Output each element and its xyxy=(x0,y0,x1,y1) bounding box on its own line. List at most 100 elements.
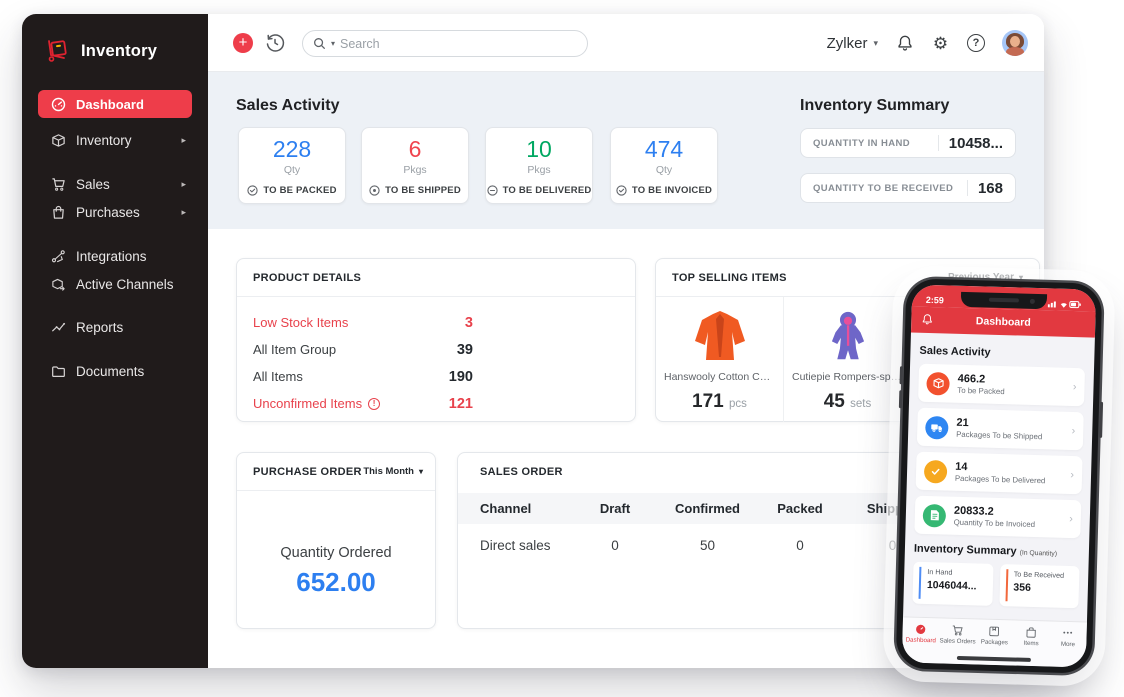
to-be-packed-card[interactable]: 228 Qty TO BE PACKED xyxy=(238,127,346,204)
phone-delivered-card[interactable]: 14 Packages To be Delivered › xyxy=(915,451,1083,495)
search-input[interactable] xyxy=(340,36,577,51)
sidebar-item-inventory[interactable]: Inventory ▸ xyxy=(38,126,198,154)
sidebar-item-documents[interactable]: Documents xyxy=(38,357,198,385)
quantity-to-be-received-stat[interactable]: QUANTITY TO BE RECEIVED 168 xyxy=(800,173,1016,203)
help-button[interactable]: ? xyxy=(967,34,985,52)
quantity-in-hand-stat[interactable]: QUANTITY IN HAND 10458... xyxy=(800,128,1016,158)
bell-icon[interactable] xyxy=(921,313,933,326)
item-name: Hanswooly Cotton Cas... xyxy=(664,371,780,383)
chevron-down-icon: ▾ xyxy=(418,467,423,476)
all-items-value: 190 xyxy=(448,368,473,385)
cart-icon xyxy=(50,176,66,192)
all-items-row[interactable]: All Items 190 xyxy=(253,363,473,390)
phone-invoiced-card[interactable]: 20833.2 Quantity To be Invoiced › xyxy=(914,495,1082,539)
phone-to-be-received-card[interactable]: To Be Received 356 xyxy=(998,564,1080,609)
phone-shipped-card[interactable]: 21 Packages To be Shipped › xyxy=(916,407,1084,451)
product-details-card: PRODUCT DETAILS Low Stock Items 3 All It… xyxy=(236,258,800,422)
sidebar-item-purchases[interactable]: Purchases ▸ xyxy=(38,198,198,226)
search-bar[interactable]: ▾ xyxy=(302,30,588,57)
recent-activity-button[interactable] xyxy=(264,32,286,54)
cardigan-product-image xyxy=(656,305,783,367)
search-scope-caret-icon[interactable]: ▾ xyxy=(331,39,335,48)
submenu-arrow-icon: ▸ xyxy=(181,178,186,189)
low-stock-label: Low Stock Items xyxy=(253,315,349,330)
chevron-down-icon: ▾ xyxy=(873,37,878,48)
dot-circle-icon xyxy=(369,185,380,196)
sidebar-item-label: Purchases xyxy=(76,204,140,220)
inventory-summary-title: Inventory Summary xyxy=(800,97,950,114)
all-item-group-row[interactable]: All Item Group 39 xyxy=(253,336,473,363)
phone-screen: 2:59 Dashboard Sales Activity 466.2 To b… xyxy=(901,284,1097,668)
quantity-ordered-label: Quantity Ordered xyxy=(280,545,392,561)
dashboard-gauge-icon xyxy=(50,96,66,112)
more-dots-icon: ••• xyxy=(1062,629,1074,638)
submenu-arrow-icon: ▸ xyxy=(181,206,186,217)
dash-circle-icon xyxy=(486,185,498,196)
notifications-button[interactable] xyxy=(895,34,914,53)
col-packed: Packed xyxy=(777,501,823,516)
phone-inventory-summary-suffix: (In Quantity) xyxy=(1019,549,1058,558)
sales-activity-title: Sales Activity xyxy=(236,97,340,114)
top-selling-item[interactable]: Cutiepie Rompers-spo... 45 sets xyxy=(784,297,912,422)
top-selling-item[interactable]: Hanswooly Cotton Cas... 171 pcs xyxy=(656,297,784,422)
phone-camera xyxy=(1029,298,1035,304)
packed-value: 228 xyxy=(272,136,312,162)
in-hand-label: QUANTITY IN HAND xyxy=(813,137,911,149)
top-selling-title: TOP SELLING ITEMS xyxy=(672,271,787,284)
app-title: Inventory xyxy=(81,41,158,60)
col-confirmed: Confirmed xyxy=(675,501,740,516)
chevron-right-icon: › xyxy=(1070,468,1075,482)
low-stock-value: 3 xyxy=(464,314,473,331)
sidebar-item-sales[interactable]: Sales ▸ xyxy=(38,170,198,198)
phone-packed-label: To be Packed xyxy=(957,385,1005,397)
all-item-group-value: 39 xyxy=(456,341,473,358)
tab-more[interactable]: ••• More xyxy=(1049,621,1087,667)
sidebar-item-label: Dashboard xyxy=(76,96,144,112)
phone-sales-activity-title: Sales Activity xyxy=(919,344,991,359)
to-be-invoiced-card[interactable]: 474 Qty TO BE INVOICED xyxy=(610,127,718,204)
phone-to-be-received-label: To Be Received xyxy=(1013,569,1065,580)
package-icon xyxy=(926,371,950,396)
low-stock-row[interactable]: Low Stock Items 3 xyxy=(253,309,473,336)
sales-order-title: SALES ORDER xyxy=(480,466,563,478)
all-items-label: All Items xyxy=(253,369,303,384)
col-draft: Draft xyxy=(599,501,631,516)
org-switcher[interactable]: Zylker ▾ xyxy=(827,35,878,52)
sidebar-item-active-channels[interactable]: Active Channels xyxy=(38,270,198,298)
to-be-received-value: 168 xyxy=(977,179,1003,197)
integrations-icon xyxy=(50,248,66,264)
product-details-title: PRODUCT DETAILS xyxy=(253,271,362,284)
screenshot-canvas: Inventory Dashboard Inventory ▸ Sales ▸ … xyxy=(0,0,1124,697)
tab-label: Sales Orders xyxy=(939,637,976,646)
purchase-order-period-dropdown[interactable]: This Month ▾ xyxy=(363,466,423,477)
phone-in-hand-card[interactable]: In Hand 1046044... xyxy=(912,561,994,606)
sidebar-item-integrations[interactable]: Integrations xyxy=(38,242,198,270)
status-time: 2:59 xyxy=(925,294,945,306)
app-logo[interactable]: Inventory xyxy=(44,38,157,64)
divider xyxy=(937,135,939,151)
unconfirmed-items-value: 121 xyxy=(448,395,473,412)
romper-product-image xyxy=(784,305,911,367)
sidebar-item-reports[interactable]: Reports xyxy=(38,313,198,341)
phone-page-title: Dashboard xyxy=(975,315,1031,329)
check-icon xyxy=(923,459,948,484)
to-be-delivered-card[interactable]: 10 Pkgs TO BE DELIVERED xyxy=(485,127,593,204)
cell-confirmed: 50 xyxy=(699,537,716,553)
in-hand-value: 10458... xyxy=(948,134,1003,152)
user-avatar[interactable] xyxy=(1002,30,1028,56)
info-icon[interactable]: ! xyxy=(368,397,381,410)
search-icon xyxy=(313,37,326,50)
to-be-shipped-card[interactable]: 6 Pkgs TO BE SHIPPED xyxy=(361,127,469,204)
check-circle-icon xyxy=(616,185,627,196)
invoice-doc-icon xyxy=(922,503,947,528)
box-icon xyxy=(50,132,66,148)
item-name: Cutiepie Rompers-spo... xyxy=(792,371,906,383)
phone-inventory-summary-text: Inventory Summary xyxy=(913,542,1017,558)
phone-packed-card[interactable]: 466.2 To be Packed › xyxy=(918,363,1086,407)
tab-dashboard[interactable]: Dashboard xyxy=(902,617,940,663)
sidebar-item-dashboard[interactable]: Dashboard xyxy=(38,90,192,118)
item-qty: 45 xyxy=(823,391,845,412)
quick-create-button[interactable]: + xyxy=(233,33,253,53)
unconfirmed-items-row[interactable]: Unconfirmed Items ! 121 xyxy=(253,390,473,417)
settings-button[interactable]: ⚙ xyxy=(931,34,950,53)
